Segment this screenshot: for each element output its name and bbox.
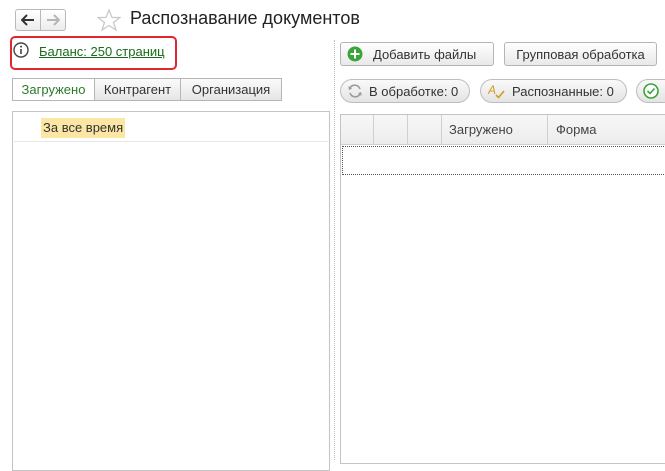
arrow-left-icon (21, 14, 34, 26)
table-header: Загружено Форма (341, 115, 665, 145)
info-icon (13, 42, 29, 63)
table-row[interactable] (342, 146, 665, 175)
in-progress-filter[interactable]: В обработке: 0 (340, 79, 470, 103)
spellcheck-icon: A (488, 83, 505, 99)
column-separator (407, 115, 408, 144)
tab-organization[interactable]: Организация (180, 78, 282, 101)
column-header-uploaded[interactable]: Загружено (449, 122, 513, 137)
documents-table: Загружено Форма (340, 114, 665, 464)
tab-uploaded[interactable]: Загружено (12, 78, 95, 101)
page-title: Распознавание документов (130, 8, 360, 28)
arrow-right-icon (47, 14, 60, 26)
recognized-filter[interactable]: A Распознанные: 0 (480, 79, 627, 103)
column-header-form[interactable]: Форма (556, 122, 597, 137)
batch-processing-label: Групповая обработка (516, 46, 645, 62)
tab-counterparty[interactable]: Контрагент (94, 78, 181, 101)
recognized-label: Распознанные: 0 (512, 83, 614, 99)
done-filter[interactable] (636, 79, 665, 103)
filter-list: За все время (12, 111, 330, 471)
forward-button[interactable] (40, 9, 66, 31)
back-button[interactable] (15, 9, 41, 31)
batch-processing-button[interactable]: Групповая обработка (504, 42, 657, 66)
column-separator (441, 115, 442, 144)
star-icon (96, 8, 122, 32)
filter-item-all-time[interactable]: За все время (41, 118, 126, 138)
svg-text:A: A (488, 83, 496, 97)
balance-link[interactable]: Баланс: 250 страниц (39, 44, 165, 59)
refresh-icon (348, 84, 362, 98)
favorite-button[interactable] (96, 8, 122, 36)
panel-divider[interactable] (334, 40, 335, 460)
row-divider (14, 141, 328, 142)
check-circle-icon (643, 83, 659, 99)
add-files-label: Добавить файлы (373, 46, 477, 62)
column-separator (373, 115, 374, 144)
in-progress-label: В обработке: 0 (369, 83, 459, 99)
add-files-button[interactable]: Добавить файлы (340, 42, 494, 66)
plus-circle-icon (347, 46, 363, 62)
column-separator (547, 115, 548, 144)
